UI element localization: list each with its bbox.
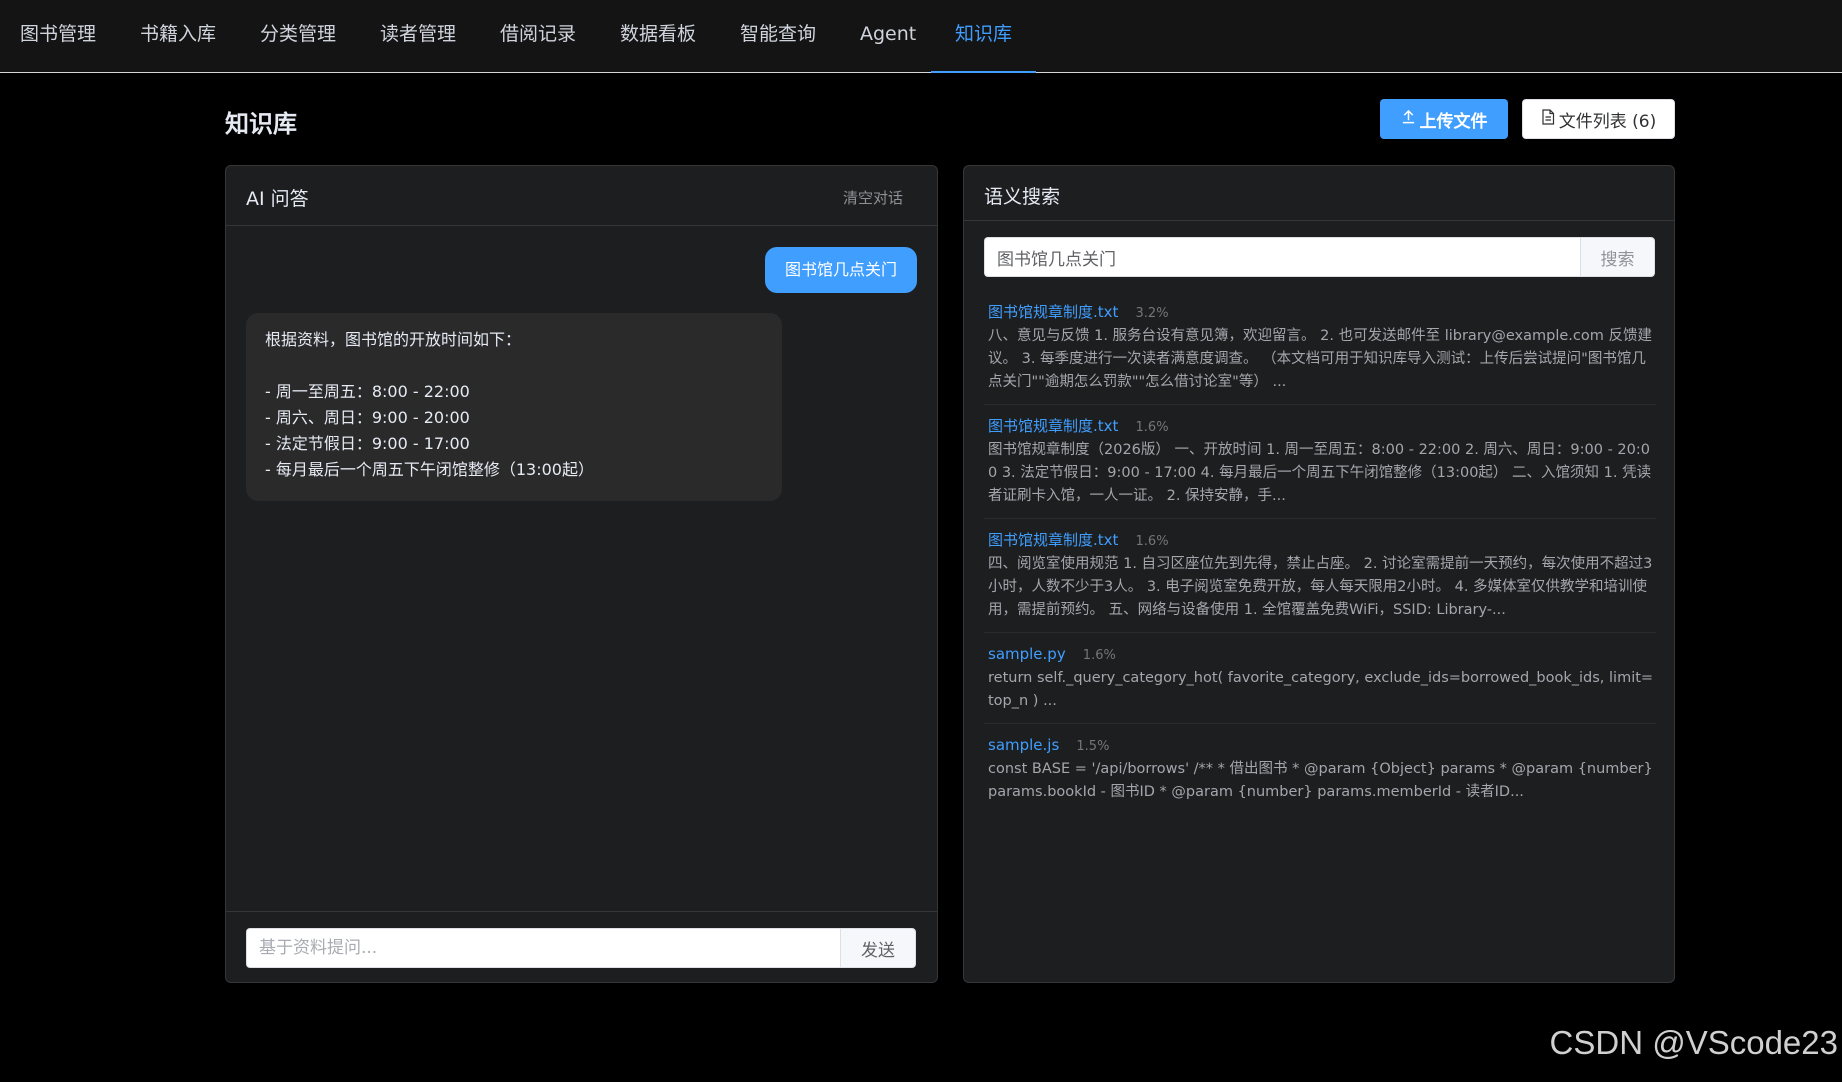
search-button[interactable]: 搜索 <box>1580 237 1655 277</box>
chat-messages: 图书馆几点关门 根据资料，图书馆的开放时间如下： - 周一至周五：8:00 - … <box>226 227 937 911</box>
semantic-search-panel: 语义搜索 搜索 图书馆规章制度.txt 3.2% 八、意见与反馈 1. 服务台设… <box>963 165 1675 983</box>
search-results: 图书馆规章制度.txt 3.2% 八、意见与反馈 1. 服务台设有意见簿，欢迎留… <box>984 291 1656 814</box>
result-file-link[interactable]: sample.py <box>988 645 1066 663</box>
result-snippet: return self._query_category_hot( favorit… <box>988 670 1654 709</box>
ai-message-line <box>265 353 763 379</box>
send-button[interactable]: 发送 <box>840 928 916 968</box>
semantic-search-title: 语义搜索 <box>984 186 1061 208</box>
top-nav: 图书管理 书籍入库 分类管理 读者管理 借阅记录 数据看板 智能查询 Agent… <box>0 0 1842 73</box>
file-list-button-label: 文件列表 (6) <box>1558 111 1657 132</box>
result-snippet: 八、意见与反馈 1. 服务台设有意见簿，欢迎留言。 2. 也可发送邮件至 lib… <box>988 328 1652 390</box>
ai-message-line: - 法定节假日：9:00 - 17:00 <box>265 434 470 453</box>
result-snippet: 四、阅览室使用规范 1. 自习区座位先到先得，禁止占座。 2. 讨论室需提前一天… <box>988 556 1653 618</box>
search-result-item: 图书馆规章制度.txt 1.6% 图书馆规章制度（2026版） 一、开放时间 1… <box>984 405 1656 519</box>
result-file-link[interactable]: 图书馆规章制度.txt <box>988 531 1118 549</box>
result-snippet: const BASE = '/api/borrows' /** * 借出图书 *… <box>988 761 1653 800</box>
clear-conversation-button[interactable]: 清空对话 <box>843 187 903 208</box>
nav-item-book-intake[interactable]: 书籍入库 <box>140 0 216 73</box>
result-score: 1.6% <box>1082 648 1116 663</box>
nav-item-borrow-records[interactable]: 借阅记录 <box>500 0 576 73</box>
upload-icon <box>1401 109 1416 129</box>
nav-item-book-management[interactable]: 图书管理 <box>20 0 96 73</box>
search-result-item: 图书馆规章制度.txt 3.2% 八、意见与反馈 1. 服务台设有意见簿，欢迎留… <box>984 291 1656 405</box>
result-score: 3.2% <box>1135 306 1169 321</box>
ai-message-line: 根据资料，图书馆的开放时间如下： <box>265 330 522 349</box>
semantic-search-header: 语义搜索 <box>964 166 1674 221</box>
ai-message-line: - 周一至周五：8:00 - 22:00 <box>265 382 470 401</box>
upload-button-label: 上传文件 <box>1419 111 1488 132</box>
nav-item-reader-management[interactable]: 读者管理 <box>380 0 456 73</box>
search-input[interactable] <box>984 237 1580 277</box>
ai-qa-panel: AI 问答 清空对话 图书馆几点关门 根据资料，图书馆的开放时间如下： - 周一… <box>225 165 938 983</box>
watermark: CSDN @VScode23 <box>1549 1024 1838 1061</box>
result-file-link[interactable]: 图书馆规章制度.txt <box>988 417 1118 435</box>
ai-message-bubble: 根据资料，图书馆的开放时间如下： - 周一至周五：8:00 - 22:00 - … <box>246 313 782 501</box>
search-result-item: sample.py 1.6% return self._query_catego… <box>984 633 1656 724</box>
result-file-link[interactable]: sample.js <box>988 736 1059 754</box>
result-file-link[interactable]: 图书馆规章制度.txt <box>988 303 1118 321</box>
nav-item-smart-query[interactable]: 智能查询 <box>740 0 816 73</box>
ai-message-line: - 每月最后一个周五下午闭馆整修（13:00起） <box>265 460 594 479</box>
ai-qa-header: AI 问答 清空对话 <box>226 166 937 226</box>
result-score: 1.6% <box>1135 534 1169 549</box>
nav-item-agent[interactable]: Agent <box>860 0 916 73</box>
upload-file-button[interactable]: 上传文件 <box>1380 99 1508 139</box>
nav-item-knowledge-base[interactable]: 知识库 <box>930 0 1037 73</box>
search-result-item: sample.js 1.5% const BASE = '/api/borrow… <box>984 724 1656 814</box>
nav-item-category-management[interactable]: 分类管理 <box>260 0 336 73</box>
file-list-button[interactable]: 文件列表 (6) <box>1522 99 1675 139</box>
ai-qa-title: AI 问答 <box>246 188 309 210</box>
chat-input-row: 发送 <box>226 911 937 982</box>
result-snippet: 图书馆规章制度（2026版） 一、开放时间 1. 周一至周五：8:00 - 22… <box>988 442 1652 504</box>
document-icon <box>1541 108 1555 130</box>
page-title: 知识库 <box>225 110 297 138</box>
nav-item-dashboard[interactable]: 数据看板 <box>620 0 696 73</box>
question-input[interactable] <box>246 928 840 968</box>
result-score: 1.5% <box>1076 739 1110 754</box>
result-score: 1.6% <box>1135 420 1169 435</box>
search-result-item: 图书馆规章制度.txt 1.6% 四、阅览室使用规范 1. 自习区座位先到先得，… <box>984 519 1656 633</box>
ai-message-line: - 周六、周日：9:00 - 20:00 <box>265 408 470 427</box>
user-message-bubble: 图书馆几点关门 <box>764 247 917 293</box>
